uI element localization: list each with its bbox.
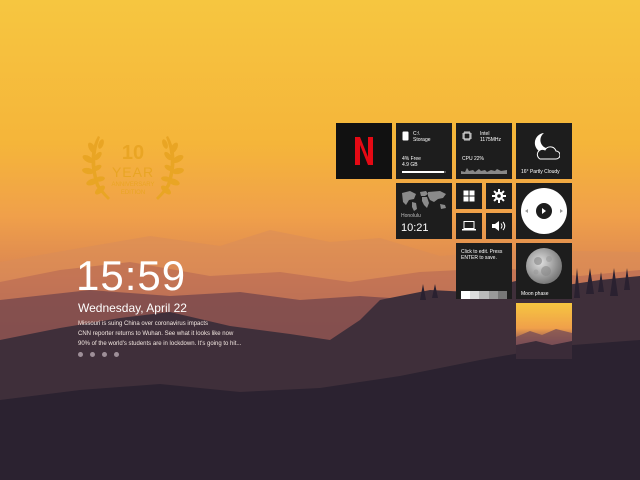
notes-tile[interactable]: Click to edit. Press ENTER to save. xyxy=(456,243,512,299)
speaker-icon xyxy=(492,221,506,231)
pager-dot[interactable] xyxy=(78,352,83,357)
laptop-icon xyxy=(462,221,476,231)
storage-bar xyxy=(402,171,446,173)
news-pager xyxy=(78,352,119,357)
computer-tile[interactable] xyxy=(456,213,482,239)
news-item[interactable]: CNN reporter returns to Wuhan. See what … xyxy=(78,329,258,339)
wallpaper-landscape xyxy=(0,230,640,480)
anniversary-badge: 10 YEAR ANNIVERSARY EDITION xyxy=(78,126,188,206)
clock-date: Wednesday, April 22 xyxy=(78,301,187,315)
windows-tile[interactable] xyxy=(456,183,482,209)
storage-bar-fill xyxy=(402,171,445,173)
gear-icon xyxy=(492,189,506,203)
cpu-tile[interactable]: Intel 1175MHz CPU 22% xyxy=(456,123,512,179)
news-item[interactable]: Missouri is suing China over coronavirus… xyxy=(78,319,258,329)
netflix-tile[interactable] xyxy=(336,123,392,179)
weather-text: 16° Partly Cloudy xyxy=(521,169,560,175)
photo-thumbnail-icon xyxy=(516,303,572,359)
notes-text-line2: ENTER to save. xyxy=(461,255,497,261)
notes-color-palette xyxy=(461,291,508,299)
weather-tile[interactable]: 16° Partly Cloudy xyxy=(516,123,572,179)
moon-icon xyxy=(526,248,562,284)
badge-subtitle-line1: ANNIVERSARY xyxy=(111,182,155,188)
pager-dot[interactable] xyxy=(90,352,95,357)
pager-dot[interactable] xyxy=(114,352,119,357)
pager-dot[interactable] xyxy=(102,352,107,357)
news-item[interactable]: 90% of the world's students are in lockd… xyxy=(78,339,258,349)
moon-phase-tile[interactable]: Moon phase xyxy=(516,243,572,299)
palette-swatch[interactable] xyxy=(497,291,508,299)
badge-subtitle-line2: EDITION xyxy=(120,190,146,196)
desktop: 10 YEAR ANNIVERSARY EDITION 15:59 Wednes… xyxy=(0,0,640,480)
badge-subtitle: ANNIVERSARY EDITION xyxy=(78,181,188,197)
world-clock-tile[interactable]: Honolulu 10:21 xyxy=(396,183,452,239)
chip-icon xyxy=(462,131,472,141)
palette-swatch[interactable] xyxy=(461,291,471,299)
moon-phase-label: Moon phase xyxy=(521,291,549,297)
world-clock-city: Honolulu xyxy=(401,213,421,219)
storage-tile[interactable]: C:\ Storage 4% Free 4.9 GB xyxy=(396,123,452,179)
cpu-frequency: 1175MHz xyxy=(480,137,502,143)
volume-tile[interactable] xyxy=(486,213,512,239)
netflix-logo-icon xyxy=(355,137,373,165)
palette-swatch[interactable] xyxy=(488,291,498,299)
drive-icon xyxy=(402,131,409,141)
photo-tile[interactable] xyxy=(516,303,572,359)
palette-swatch[interactable] xyxy=(470,291,480,299)
cpu-graph xyxy=(461,168,507,174)
clock-time: 15:59 xyxy=(76,252,187,299)
settings-tile[interactable] xyxy=(486,183,512,209)
badge-number: 10 xyxy=(121,142,145,164)
storage-size: 4.9 GB xyxy=(402,162,418,168)
news-feed[interactable]: Missouri is suing China over coronavirus… xyxy=(78,319,258,349)
palette-swatch[interactable] xyxy=(479,291,489,299)
media-wheel-icon[interactable] xyxy=(520,187,568,235)
badge-year: YEAR xyxy=(111,164,155,180)
windows-logo-icon xyxy=(463,190,475,202)
moon-cloud-icon xyxy=(534,133,560,160)
media-player-tile[interactable] xyxy=(516,183,572,239)
world-map-icon xyxy=(402,191,446,211)
world-clock-time: 10:21 xyxy=(401,222,429,234)
storage-label: Storage xyxy=(413,137,431,143)
